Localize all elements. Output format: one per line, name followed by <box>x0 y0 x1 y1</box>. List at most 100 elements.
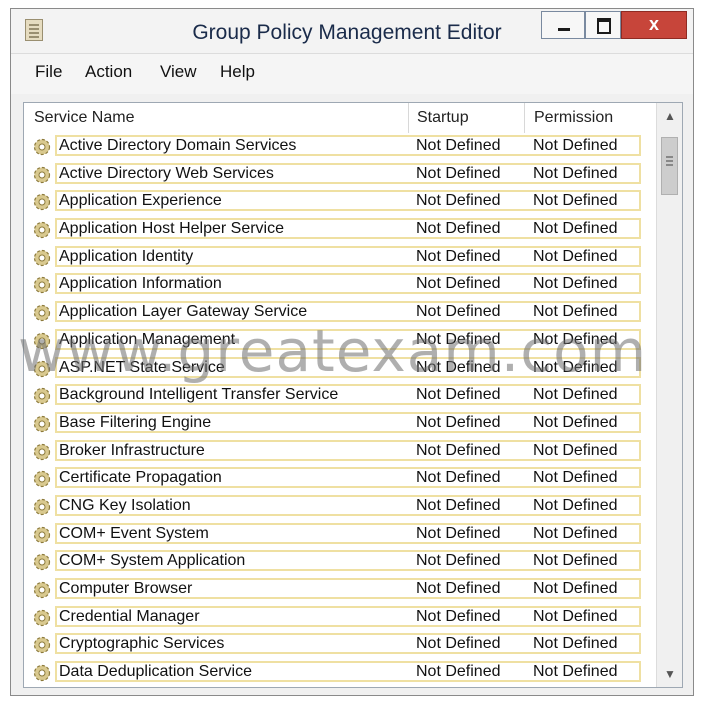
permission-cell: Not Defined <box>533 524 618 542</box>
service-gear-icon <box>33 360 51 377</box>
permission-cell: Not Defined <box>533 413 618 431</box>
service-row[interactable]: Broker Infrastructure Not Defined Not Defi… <box>24 438 652 466</box>
menu-action[interactable]: Action <box>85 62 132 82</box>
startup-cell: Not Defined <box>416 441 501 459</box>
service-row[interactable]: Credential Manager Not Defined Not Defined <box>24 604 652 632</box>
service-gear-icon <box>33 415 51 432</box>
service-gear-icon <box>33 471 51 488</box>
service-gear-icon <box>33 221 51 239</box>
permission-cell: Not Defined <box>533 358 618 376</box>
vertical-scrollbar[interactable]: ▲ ▼ <box>656 103 682 687</box>
menu-help[interactable]: Help <box>220 62 255 82</box>
startup-cell: Not Defined <box>416 137 501 154</box>
service-rows: Active Directory Domain Services Not Defi… <box>24 133 652 687</box>
services-list: Service Name Startup Permission Active D… <box>23 102 683 688</box>
service-row[interactable]: Application Layer Gateway Service Not Def… <box>24 299 652 327</box>
permission-cell: Not Defined <box>533 552 618 570</box>
window-title: Group Policy Management Editor <box>192 21 502 44</box>
service-row[interactable]: Cryptographic Services Not Defined Not Def… <box>24 631 652 659</box>
service-row[interactable]: Active Directory Web Services Not Defined… <box>24 161 652 189</box>
permission-cell: Not Defined <box>533 275 618 293</box>
startup-cell: Not Defined <box>416 275 501 293</box>
service-gear-icon <box>33 277 51 294</box>
maximize-button[interactable] <box>585 11 621 39</box>
startup-cell: Not Defined <box>416 192 501 210</box>
close-icon: x <box>648 14 659 34</box>
menu-file[interactable]: File <box>35 62 62 82</box>
service-gear-icon <box>33 664 51 682</box>
service-gear-icon <box>33 305 51 322</box>
service-row[interactable]: Application Host Helper Service Not Defin… <box>24 216 652 244</box>
permission-cell: Not Defined <box>533 164 618 182</box>
startup-cell: Not Defined <box>416 552 501 570</box>
minimize-button[interactable] <box>541 11 585 39</box>
column-header-permission[interactable]: Permission <box>525 103 652 133</box>
service-row[interactable]: Computer Browser Not Defined Not Defined <box>24 576 652 604</box>
startup-cell: Not Defined <box>416 164 501 182</box>
close-button[interactable]: x <box>621 11 687 39</box>
startup-cell: Not Defined <box>416 386 501 404</box>
column-header-service-name[interactable]: Service Name <box>24 103 409 133</box>
startup-cell: Not Defined <box>416 607 501 625</box>
service-row[interactable]: CNG Key Isolation Not Defined Not Defined <box>24 493 652 521</box>
permission-cell: Not Defined <box>533 441 618 459</box>
service-row[interactable]: Base Filtering Engine Not Defined Not Defi… <box>24 410 652 438</box>
startup-cell: Not Defined <box>416 247 501 265</box>
permission-cell: Not Defined <box>533 663 618 681</box>
permission-cell: Not Defined <box>533 303 618 321</box>
service-gear-icon <box>33 332 51 349</box>
service-gear-icon <box>33 498 51 516</box>
service-gear-icon <box>33 138 51 156</box>
service-gear-icon <box>33 526 51 543</box>
policy-editor-window: Group Policy Management Editor x File Ac… <box>10 8 694 696</box>
permission-cell: Not Defined <box>533 192 618 210</box>
service-row[interactable]: COM+ System Application Not Defined Not De… <box>24 548 652 576</box>
service-gear-icon <box>33 554 51 571</box>
permission-cell: Not Defined <box>533 330 618 348</box>
service-gear-icon <box>33 609 51 626</box>
startup-cell: Not Defined <box>416 220 501 238</box>
service-gear-icon <box>33 388 51 405</box>
service-row[interactable]: ASP.NET State Service Not Defined Not Defi… <box>24 355 652 383</box>
service-row[interactable]: Application Identity Not Defined Not Defin… <box>24 244 652 272</box>
service-gear-icon <box>33 637 51 654</box>
service-row[interactable]: Application Experience Not Defined Not Def… <box>24 188 652 216</box>
service-gear-icon <box>33 581 51 599</box>
startup-cell: Not Defined <box>416 413 501 431</box>
startup-cell: Not Defined <box>416 524 501 542</box>
chevron-up-icon[interactable]: ▲ <box>657 105 682 127</box>
column-header-startup[interactable]: Startup <box>409 103 525 133</box>
menu-view[interactable]: View <box>160 62 197 82</box>
permission-cell: Not Defined <box>533 607 618 625</box>
startup-cell: Not Defined <box>416 635 501 653</box>
permission-cell: Not Defined <box>533 386 618 404</box>
startup-cell: Not Defined <box>416 663 501 681</box>
service-row[interactable]: Data Deduplication Service Not Defined Not… <box>24 659 652 687</box>
startup-cell: Not Defined <box>416 580 501 597</box>
startup-cell: Not Defined <box>416 358 501 376</box>
service-gear-icon <box>33 443 51 460</box>
service-row[interactable]: Active Directory Domain Services Not Defi… <box>24 133 652 161</box>
startup-cell: Not Defined <box>416 469 501 487</box>
permission-cell: Not Defined <box>533 635 618 653</box>
service-row[interactable]: Background Intelligent Transfer Service N… <box>24 382 652 410</box>
service-row[interactable]: Application Information Not Defined Not De… <box>24 271 652 299</box>
permission-cell: Not Defined <box>533 496 618 514</box>
title-bar[interactable]: Group Policy Management Editor x <box>11 9 693 54</box>
permission-cell: Not Defined <box>533 220 618 238</box>
permission-cell: Not Defined <box>533 580 618 597</box>
scrollbar-thumb[interactable] <box>661 137 678 195</box>
permission-cell: Not Defined <box>533 137 618 154</box>
service-gear-icon <box>33 249 51 266</box>
permission-cell: Not Defined <box>533 469 618 487</box>
service-gear-icon <box>33 166 51 183</box>
service-row[interactable]: COM+ Event System Not Defined Not Defined <box>24 521 652 549</box>
menu-bar: File Action View Help <box>11 54 693 94</box>
service-row[interactable]: Application Management Not Defined Not Def… <box>24 327 652 355</box>
chevron-down-icon[interactable]: ▼ <box>657 663 682 685</box>
startup-cell: Not Defined <box>416 496 501 514</box>
service-row[interactable]: Certificate Propagation Not Defined Not De… <box>24 465 652 493</box>
service-gear-icon <box>33 194 51 211</box>
permission-cell: Not Defined <box>533 247 618 265</box>
scrollbar-grip-icon <box>666 156 673 158</box>
